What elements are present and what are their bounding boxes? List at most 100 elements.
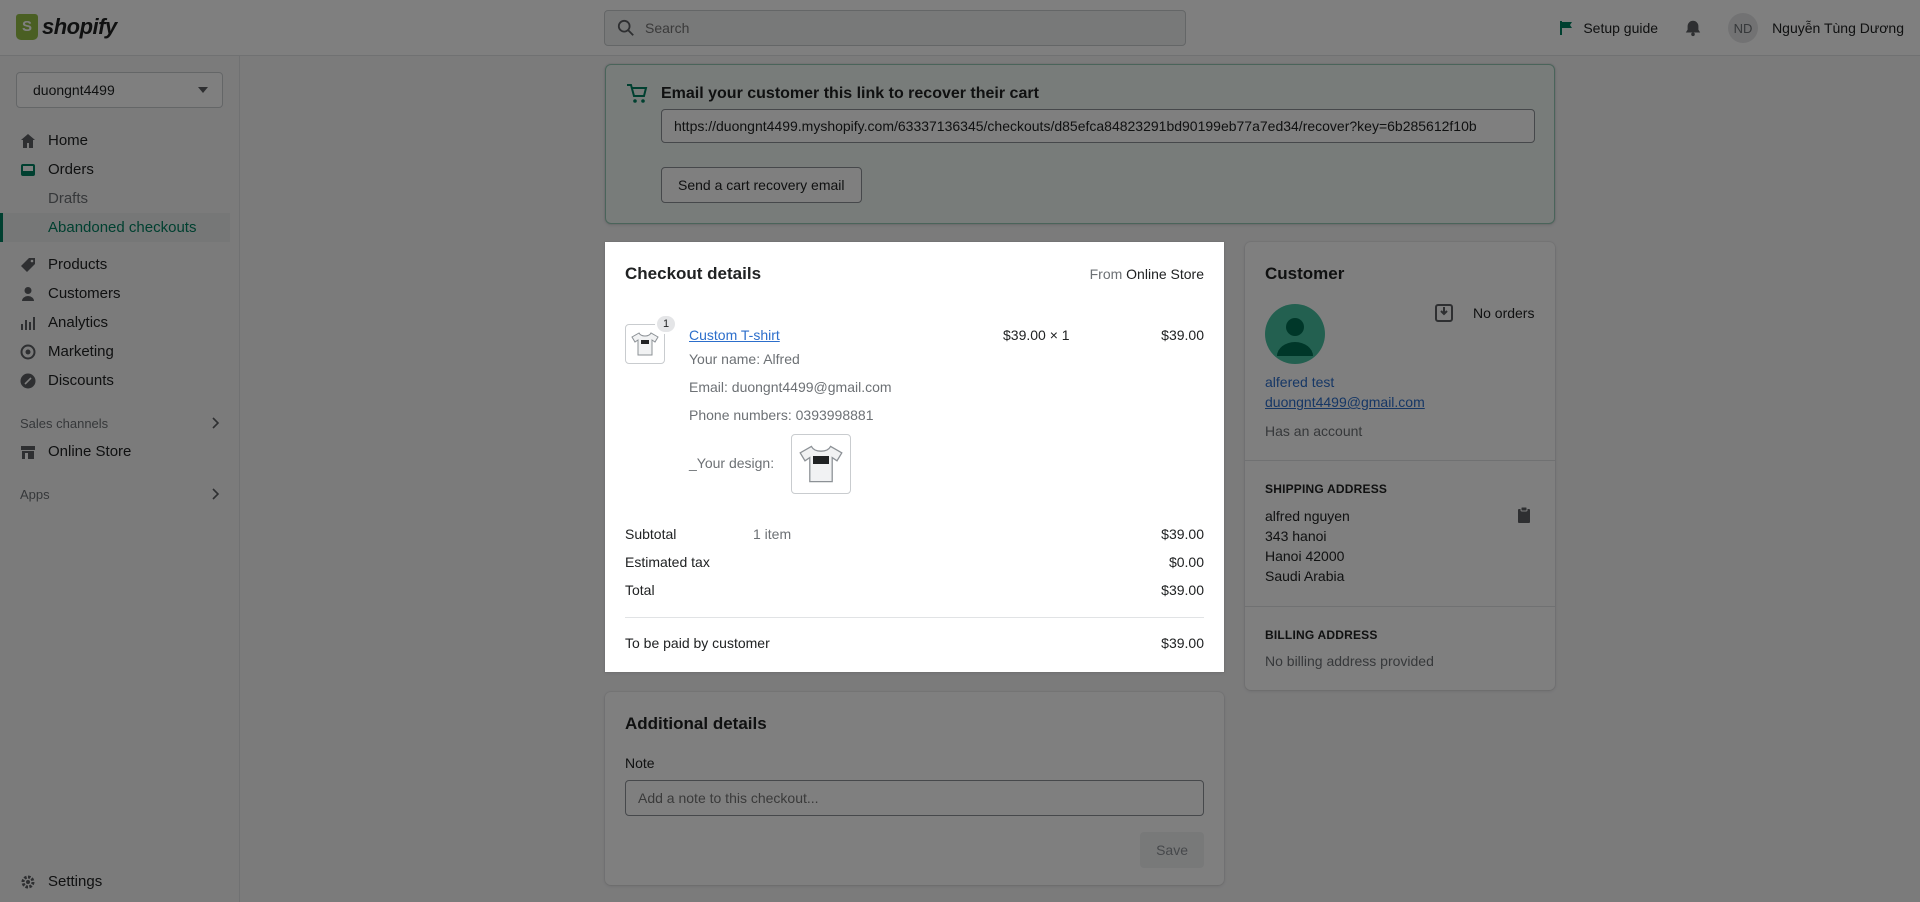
setup-guide-button[interactable]: Setup guide	[1559, 20, 1658, 36]
total-label: Total	[625, 582, 655, 598]
customer-card: Customer No orders alfered test duongnt4…	[1245, 242, 1555, 690]
billing-address: No billing address provided	[1265, 653, 1434, 669]
gear-icon	[21, 875, 35, 888]
checkout-source: From Online Store	[1090, 266, 1204, 282]
nav-analytics[interactable]: Analytics	[0, 308, 240, 337]
settings-label: Settings	[48, 873, 103, 890]
send-recovery-email-button[interactable]: Send a cart recovery email	[661, 167, 862, 203]
nav-abandoned-checkouts[interactable]: Abandoned checkouts	[0, 213, 230, 242]
line-total: $39.00	[1161, 327, 1204, 343]
shipping-line: Hanoi 42000	[1265, 548, 1345, 564]
nav-discounts[interactable]: Discounts	[0, 366, 240, 395]
customer-name-link[interactable]: alfered test	[1265, 374, 1334, 390]
nav-online-store[interactable]: Online Store	[0, 437, 240, 466]
subtotal-label: Subtotal	[625, 526, 677, 542]
shopify-logo[interactable]: shopify	[16, 14, 117, 40]
nav-analytics-label: Analytics	[48, 314, 109, 331]
inbox-download-icon	[1435, 304, 1453, 322]
from-label: From	[1089, 266, 1123, 282]
shipping-line: alfred nguyen	[1265, 508, 1350, 524]
apps-header[interactable]: Apps	[0, 480, 240, 508]
product-name-link[interactable]: Custom T-shirt	[689, 327, 780, 343]
shipping-line: Saudi Arabia	[1265, 568, 1345, 584]
nav-discounts-label: Discounts	[48, 372, 114, 389]
search-bar[interactable]	[604, 10, 1186, 46]
apps-label: Apps	[20, 486, 50, 502]
customer-title: Customer	[1265, 264, 1345, 283]
sales-channels-label: Sales channels	[20, 415, 109, 431]
quantity-badge: 1	[655, 314, 677, 334]
checkout-details-title: Checkout details	[625, 264, 762, 283]
store-selector[interactable]: duongnt4499	[16, 72, 223, 108]
subtotal-row: Subtotal 1 item $39.00	[625, 526, 1204, 542]
cart-recovery-card: Email your customer this link to recover…	[605, 64, 1555, 224]
design-preview-image[interactable]	[791, 434, 851, 494]
nav-home-label: Home	[48, 132, 89, 149]
shipping-address-heading: SHIPPING ADDRESS	[1265, 482, 1388, 496]
top-bar: shopify Setup guide ND Nguyễn Tùng Dương	[0, 0, 1920, 56]
cart-icon	[627, 84, 648, 103]
recovery-link-field[interactable]	[661, 109, 1535, 143]
tshirt-icon	[631, 332, 659, 356]
item-property: Your name: Alfred	[689, 351, 800, 367]
additional-details-card: Additional details Note Save	[605, 692, 1224, 885]
chevron-right-icon	[212, 417, 220, 429]
item-property: Email: duongnt4499@gmail.com	[689, 379, 892, 395]
tax-label: Estimated tax	[625, 554, 710, 570]
save-button[interactable]: Save	[1140, 832, 1204, 868]
shipping-line: 343 hanoi	[1265, 528, 1327, 544]
nav-customers-label: Customers	[48, 285, 121, 302]
caret-down-icon	[198, 87, 208, 93]
clipboard-icon[interactable]	[1517, 506, 1531, 524]
orders-icon	[20, 162, 36, 178]
tax-value: $0.00	[1168, 554, 1204, 570]
store-name: duongnt4499	[33, 82, 115, 98]
nav-marketing[interactable]: Marketing	[0, 337, 240, 366]
orders-summary: No orders	[1435, 304, 1534, 322]
price-quantity: $39.00 × 1	[1003, 327, 1070, 343]
item-property: Phone numbers: 0393998881	[689, 407, 874, 423]
discount-icon	[20, 373, 36, 389]
shopify-bag-icon	[16, 14, 38, 40]
main-nav: Home Orders Drafts Abandoned checkouts P…	[0, 126, 240, 508]
nav-products[interactable]: Products	[0, 250, 240, 279]
user-avatar[interactable]: ND	[1728, 13, 1759, 43]
nav-drafts[interactable]: Drafts	[0, 184, 240, 213]
total-value: $39.00	[1161, 582, 1204, 598]
search-input[interactable]	[645, 20, 1145, 36]
nav-orders[interactable]: Orders	[0, 155, 240, 184]
tag-icon	[20, 257, 36, 273]
nav-home[interactable]: Home	[0, 126, 240, 155]
target-icon	[20, 344, 36, 360]
orders-count: No orders	[1473, 305, 1535, 321]
nav-customers[interactable]: Customers	[0, 279, 240, 308]
search-icon	[617, 19, 634, 36]
paid-value: $39.00	[1161, 635, 1204, 651]
checkout-details-card: Checkout details From Online Store 1 Cus…	[605, 242, 1224, 672]
subtotal-items: 1 item	[753, 526, 792, 542]
subtotal-value: $39.00	[1161, 526, 1204, 542]
person-icon	[20, 286, 36, 302]
total-row: Total $39.00	[625, 582, 1204, 598]
user-name[interactable]: Nguyễn Tùng Dương	[1772, 20, 1904, 36]
bell-icon[interactable]	[1684, 19, 1702, 37]
tax-row: Estimated tax $0.00	[625, 554, 1204, 570]
note-input[interactable]	[625, 780, 1204, 816]
chevron-right-icon	[212, 488, 220, 500]
from-value: Online Store	[1126, 266, 1204, 282]
note-label: Note	[625, 755, 655, 771]
tshirt-design-icon	[799, 445, 843, 483]
paid-by-customer-row: To be paid by customer $39.00	[625, 635, 1204, 651]
divider	[625, 617, 1204, 618]
paid-label: To be paid by customer	[625, 635, 770, 651]
design-label: _Your design:	[689, 455, 775, 471]
divider	[1245, 460, 1555, 461]
recovery-title: Email your customer this link to recover…	[661, 85, 1039, 102]
nav-settings[interactable]: Settings	[20, 873, 102, 890]
customer-avatar	[1265, 304, 1325, 364]
flag-icon	[1560, 21, 1573, 35]
nav-orders-label: Orders	[48, 161, 94, 178]
sales-channels-header[interactable]: Sales channels	[0, 409, 240, 437]
customer-email-link[interactable]: duongnt4499@gmail.com	[1265, 394, 1425, 410]
nav-online-store-label: Online Store	[48, 443, 132, 460]
